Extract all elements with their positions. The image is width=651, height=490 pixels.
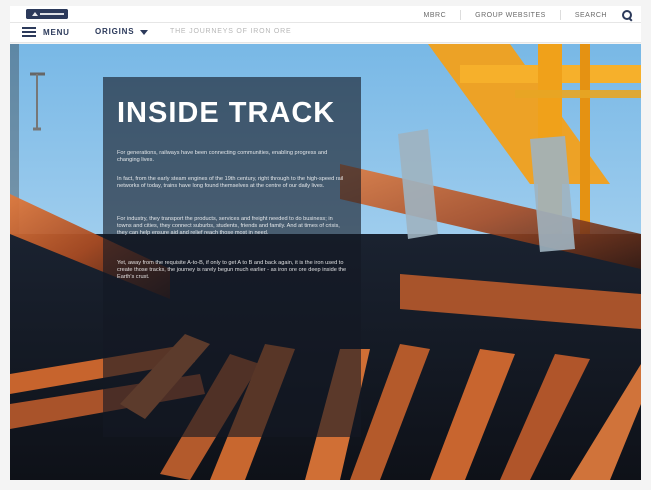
- hero-paragraph-1: For generations, railways have been conn…: [117, 150, 328, 164]
- top-link-group-websites[interactable]: GROUP WEBSITES: [471, 12, 550, 19]
- top-links: MBRC GROUP WEBSITES SEARCH: [420, 9, 633, 21]
- search-icon[interactable]: [621, 9, 633, 21]
- origins-dropdown[interactable]: ORIGINS: [95, 27, 149, 36]
- hero-paragraph-3: For industry, they transport the product…: [117, 216, 340, 237]
- page-subtitle: THE JOURNEYS OF IRON ORE: [170, 28, 292, 35]
- top-utility-bar: MBRC GROUP WEBSITES SEARCH: [10, 6, 641, 23]
- chevron-down-icon: [140, 29, 149, 35]
- hero-section: INSIDE TRACK For generations, railways h…: [10, 44, 641, 480]
- menu-label: MENU: [43, 27, 70, 37]
- hero-paragraph-4: Yet, away from the requisite A-to-B, if …: [117, 260, 347, 281]
- brand-logo[interactable]: [26, 9, 68, 19]
- hero-paragraph-2: In fact, from the early steam engines of…: [117, 176, 344, 190]
- menu-button[interactable]: MENU: [22, 27, 70, 37]
- hamburger-menu-icon: [22, 27, 36, 37]
- divider: [460, 10, 462, 20]
- page: MBRC GROUP WEBSITES SEARCH MENU ORIGINS …: [0, 0, 651, 490]
- top-link-search[interactable]: SEARCH: [571, 12, 611, 19]
- logo-icon: [26, 9, 68, 19]
- origins-label: ORIGINS: [95, 27, 135, 36]
- top-link-mbrc[interactable]: MBRC: [420, 12, 451, 19]
- primary-nav: MENU ORIGINS THE JOURNEYS OF IRON ORE: [10, 23, 641, 43]
- hero-text-panel: INSIDE TRACK For generations, railways h…: [103, 77, 361, 437]
- divider: [559, 10, 561, 20]
- hero-title: INSIDE TRACK: [117, 97, 336, 129]
